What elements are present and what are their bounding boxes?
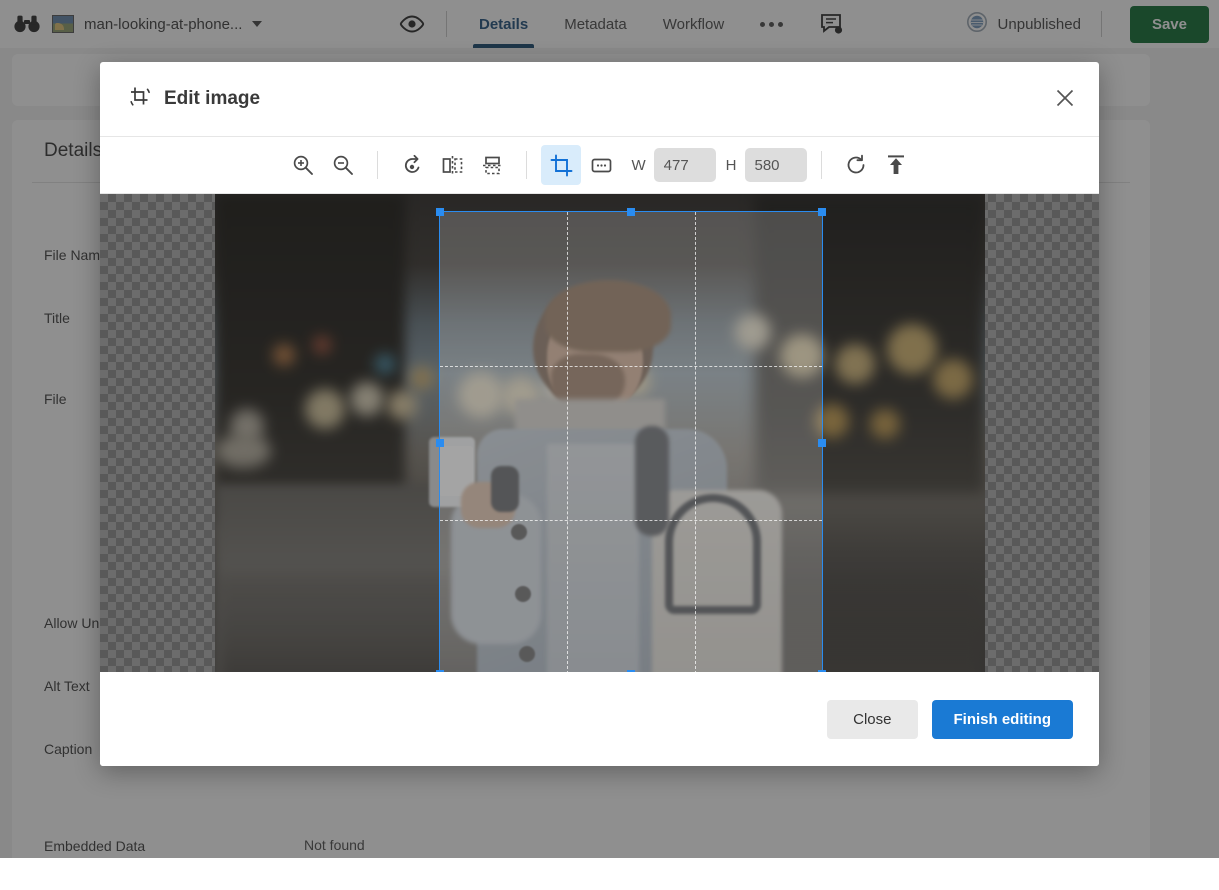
modal-title: Edit image: [164, 88, 260, 110]
close-icon[interactable]: [1051, 84, 1079, 112]
crop-handle-top-right[interactable]: [818, 208, 826, 216]
crop-handle-bottom-right[interactable]: [818, 670, 826, 672]
modal-footer: Close Finish editing: [100, 672, 1099, 766]
flip-vertical-icon[interactable]: [472, 145, 512, 185]
crop-handle-middle-right[interactable]: [818, 439, 826, 447]
crop-handle-top-left[interactable]: [436, 208, 444, 216]
cancel-button[interactable]: Close: [827, 700, 917, 739]
height-input[interactable]: [745, 148, 807, 182]
divider: [526, 151, 527, 179]
apply-upload-icon[interactable]: [876, 145, 916, 185]
crop-handle-bottom-left[interactable]: [436, 670, 444, 672]
divider: [377, 151, 378, 179]
finish-editing-button[interactable]: Finish editing: [932, 700, 1074, 739]
crop-rotate-icon: [128, 85, 152, 114]
crop-handle-top-center[interactable]: [627, 208, 635, 216]
image-edit-stage[interactable]: [100, 194, 1099, 672]
edit-toolbar: W H: [100, 136, 1099, 194]
rotate-left-icon[interactable]: [392, 145, 432, 185]
crop-selection[interactable]: [439, 211, 823, 672]
zoom-out-icon[interactable]: [323, 145, 363, 185]
flip-horizontal-icon[interactable]: [432, 145, 472, 185]
crop-grid-line: [440, 366, 822, 367]
zoom-in-icon[interactable]: [283, 145, 323, 185]
width-input[interactable]: [654, 148, 716, 182]
crop-grid-line: [695, 212, 696, 672]
divider: [821, 151, 822, 179]
reset-icon[interactable]: [836, 145, 876, 185]
modal-header: Edit image: [100, 62, 1099, 136]
crop-handle-middle-left[interactable]: [436, 439, 444, 447]
resize-icon[interactable]: [581, 145, 621, 185]
crop-grid-line: [440, 520, 822, 521]
crop-overlay: [100, 194, 1099, 672]
crop-grid-line: [567, 212, 568, 672]
crop-icon[interactable]: [541, 145, 581, 185]
height-label: H: [726, 157, 737, 174]
crop-handle-bottom-center[interactable]: [627, 670, 635, 672]
edit-image-modal: Edit image: [100, 62, 1099, 766]
width-label: W: [631, 157, 645, 174]
